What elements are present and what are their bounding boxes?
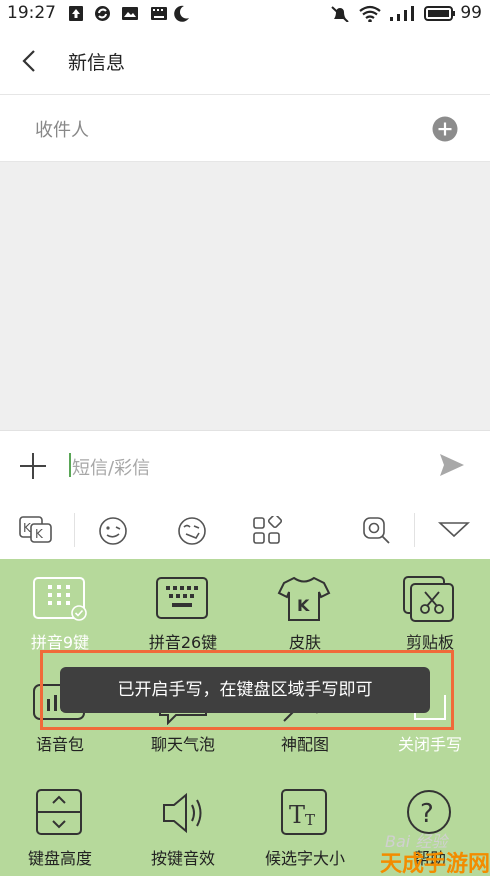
svg-text:?: ? bbox=[420, 799, 434, 829]
collapse-keyboard-icon[interactable] bbox=[438, 521, 470, 539]
upload-icon bbox=[69, 6, 83, 21]
status-bar: 19:27 99 bbox=[0, 0, 490, 28]
speaker-icon bbox=[163, 792, 202, 834]
toolbar-divider bbox=[414, 513, 415, 547]
apps-grid-icon[interactable] bbox=[252, 516, 282, 546]
key-pinyin-26[interactable]: 拼音26键 bbox=[128, 575, 238, 653]
svg-text:T: T bbox=[305, 811, 315, 829]
emoticon-icon[interactable] bbox=[176, 515, 208, 547]
svg-text:K: K bbox=[297, 596, 310, 615]
keypad-9-icon bbox=[33, 577, 87, 621]
keyboard-icon bbox=[156, 577, 208, 619]
kk-logo-icon[interactable]: KK bbox=[19, 516, 53, 544]
recipient-row[interactable]: 收件人 bbox=[0, 95, 490, 162]
emoji-icon[interactable] bbox=[98, 516, 128, 546]
keyboard-status-icon bbox=[151, 7, 167, 20]
recipient-label: 收件人 bbox=[35, 120, 89, 141]
add-recipient-icon[interactable] bbox=[432, 116, 458, 142]
key-label: 关闭手写 bbox=[397, 735, 462, 754]
key-label: 按键音效 bbox=[150, 849, 215, 868]
message-area bbox=[0, 162, 490, 430]
send-icon[interactable] bbox=[439, 453, 465, 477]
attach-plus-icon[interactable] bbox=[20, 453, 46, 479]
key-label: 键盘高度 bbox=[27, 849, 92, 868]
battery-icon bbox=[424, 6, 455, 21]
message-input[interactable]: 短信/彩信 bbox=[72, 454, 150, 480]
sync-icon bbox=[95, 6, 110, 21]
toolbar-divider bbox=[74, 513, 75, 547]
site-watermark: 天成手游网 bbox=[380, 852, 490, 877]
wifi-icon bbox=[359, 5, 381, 22]
moon-icon bbox=[174, 5, 189, 22]
font-size-icon: TT bbox=[281, 789, 327, 835]
key-label: 语音包 bbox=[35, 735, 84, 754]
keyboard-height-icon bbox=[36, 789, 82, 835]
key-skin[interactable]: K 皮肤 bbox=[250, 575, 360, 653]
image-icon bbox=[122, 7, 138, 20]
key-label: 聊天气泡 bbox=[150, 735, 215, 754]
battery-level: 99 bbox=[460, 3, 482, 23]
compose-row: 短信/彩信 bbox=[0, 430, 490, 502]
signal-icon bbox=[390, 6, 414, 21]
text-caret bbox=[69, 453, 71, 477]
back-arrow-icon[interactable] bbox=[18, 48, 42, 74]
key-clipboard[interactable]: 剪贴板 bbox=[375, 575, 485, 653]
key-label: 神配图 bbox=[280, 735, 329, 754]
key-keyboard-height[interactable]: 键盘高度 bbox=[5, 787, 115, 869]
key-sound-effect[interactable]: 按键音效 bbox=[128, 787, 238, 869]
status-time: 19:27 bbox=[7, 3, 56, 23]
search-icon[interactable] bbox=[362, 516, 392, 546]
ime-toolbar: KK bbox=[0, 501, 490, 559]
tshirt-icon: K bbox=[277, 576, 331, 621]
key-pinyin-9[interactable]: 拼音9键 bbox=[5, 575, 115, 653]
key-candidate-size[interactable]: TT 候选字大小 bbox=[250, 787, 360, 869]
app-header: 新信息 bbox=[0, 28, 490, 95]
clipboard-icon bbox=[403, 576, 454, 622]
svg-text:T: T bbox=[289, 801, 305, 829]
page-title: 新信息 bbox=[68, 52, 126, 74]
highlight-box bbox=[40, 650, 454, 730]
svg-text:K: K bbox=[35, 527, 44, 541]
key-label: 候选字大小 bbox=[264, 849, 345, 868]
mute-icon bbox=[331, 6, 349, 22]
